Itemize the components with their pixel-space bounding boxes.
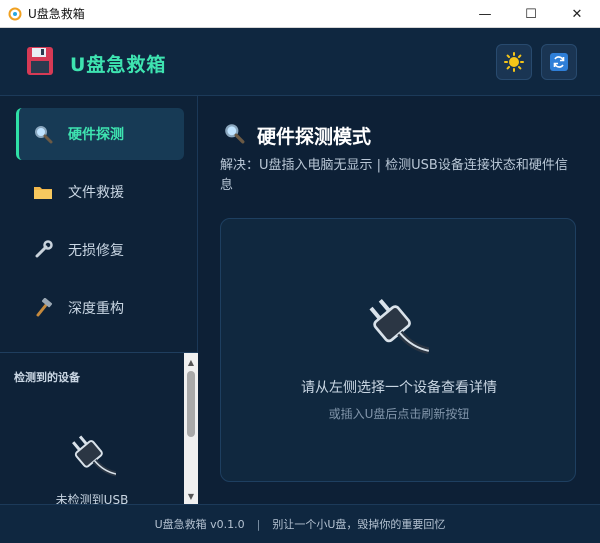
nav-item-label: 文件救援 [68, 185, 124, 201]
empty-state-primary: 请从左侧选择一个设备查看详情 [301, 380, 497, 396]
device-detail-panel: 请从左侧选择一个设备查看详情 或插入U盘后点击刷新按钮 [220, 218, 576, 482]
page-title: 硬件探测模式 [257, 126, 372, 148]
footer-version: U盘急救箱 v0.1.0 [154, 518, 245, 531]
device-list-scrollbar[interactable]: ▲ ▼ [184, 353, 198, 504]
minimize-button[interactable]: — [462, 0, 508, 28]
scrollbar-thumb[interactable] [187, 371, 195, 437]
plug-icon [369, 298, 429, 355]
folder-icon [32, 181, 54, 203]
wrench-icon [32, 239, 54, 261]
refresh-button[interactable] [541, 44, 577, 80]
refresh-icon [550, 53, 568, 71]
footer-separator: | [256, 517, 261, 531]
floppy-disk-icon [27, 47, 53, 75]
close-button[interactable]: ✕ [554, 0, 600, 28]
footer-slogan: 别让一个小U盘，毁掉你的重要回忆 [272, 518, 446, 531]
sidebar: 硬件探测 文件救援 无损修复 深度重构 检测到的设备 未检测到USB ▲ ▼ [0, 96, 198, 504]
empty-state-secondary: 或插入U盘后点击刷新按钮 [328, 407, 470, 421]
nav-item-hardware-detect[interactable]: 硬件探测 [16, 108, 184, 160]
page-description: 解决：U盘插入电脑无显示 | 检测USB设备连接状态和硬件信息 [220, 158, 568, 193]
app-icon [8, 7, 22, 20]
sidebar-nav: 硬件探测 文件救援 无损修复 深度重构 [0, 108, 198, 340]
brand-title: U盘急救箱 [70, 54, 167, 76]
maximize-button[interactable]: ☐ [508, 0, 554, 28]
plug-icon [72, 435, 116, 477]
nav-item-lossless-repair[interactable]: 无损修复 [16, 224, 184, 276]
scroll-up-arrow-icon[interactable]: ▲ [184, 355, 198, 369]
sun-icon [504, 52, 524, 72]
main-content: 硬件探测模式 解决：U盘插入电脑无显示 | 检测USB设备连接状态和硬件信息 请… [199, 96, 600, 504]
device-list-panel: 检测到的设备 未检测到USB ▲ ▼ [0, 352, 198, 504]
app-header: U盘急救箱 [0, 28, 600, 96]
device-empty-text: 未检测到USB [55, 493, 129, 504]
window-title: U盘急救箱 [28, 7, 85, 21]
nav-item-label: 深度重构 [68, 301, 124, 317]
window-titlebar: U盘急救箱 — ☐ ✕ [0, 0, 600, 28]
nav-item-file-rescue[interactable]: 文件救援 [16, 166, 184, 218]
nav-item-label: 无损修复 [68, 243, 124, 259]
magnifier-icon [32, 123, 54, 145]
hammer-icon [32, 297, 54, 319]
scroll-down-arrow-icon[interactable]: ▼ [184, 489, 198, 503]
nav-item-label: 硬件探测 [68, 127, 124, 143]
theme-toggle-button[interactable] [496, 44, 532, 80]
magnifier-icon [225, 124, 245, 144]
nav-item-deep-rebuild[interactable]: 深度重构 [16, 282, 184, 334]
device-list-title: 检测到的设备 [14, 371, 80, 384]
app-footer: U盘急救箱 v0.1.0 | 别让一个小U盘，毁掉你的重要回忆 [0, 504, 600, 543]
